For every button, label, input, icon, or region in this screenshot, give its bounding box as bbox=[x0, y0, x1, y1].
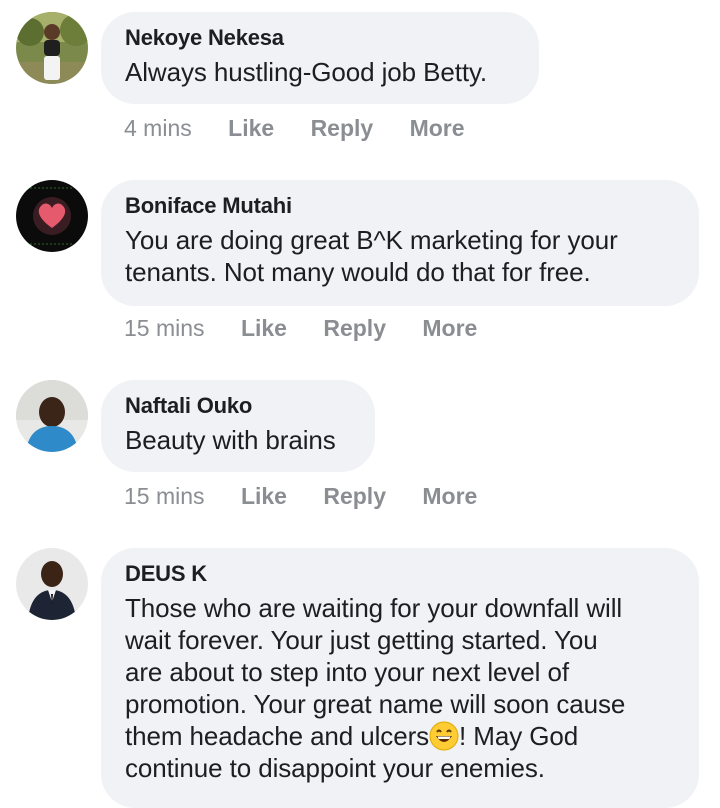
comment-actions: 15 mins Like Reply More bbox=[124, 483, 477, 510]
comment-text-line: promotion. Your great name will soon cau… bbox=[125, 689, 626, 719]
avatar[interactable] bbox=[16, 548, 88, 620]
avatar[interactable] bbox=[16, 180, 88, 252]
more-button[interactable]: More bbox=[410, 115, 465, 142]
comment-actions: 15 mins Like Reply More bbox=[124, 315, 477, 342]
comment-text-line: tenants. Not many would do that for free… bbox=[125, 257, 591, 287]
avatar[interactable] bbox=[16, 12, 88, 84]
like-button[interactable]: Like bbox=[241, 483, 287, 510]
comment-text-line: wait forever. Your just getting started.… bbox=[125, 625, 598, 655]
more-button[interactable]: More bbox=[422, 315, 477, 342]
like-button[interactable]: Like bbox=[228, 115, 274, 142]
reply-button[interactable]: Reply bbox=[311, 115, 374, 142]
comment-text-fragment: ! May God bbox=[459, 721, 579, 751]
comment-actions: 4 mins Like Reply More bbox=[124, 115, 465, 142]
like-button[interactable]: Like bbox=[241, 315, 287, 342]
comment-author[interactable]: Naftali Ouko bbox=[125, 392, 353, 420]
comment-author[interactable]: Boniface Mutahi bbox=[125, 192, 677, 220]
comment-text-line: You are doing great B^K marketing for yo… bbox=[125, 225, 618, 255]
comment-bubble: Naftali Ouko Beauty with brains bbox=[101, 380, 375, 472]
comment-text: Beauty with brains bbox=[125, 425, 336, 455]
comment-time[interactable]: 15 mins bbox=[124, 483, 205, 510]
comment-bubble: Nekoye Nekesa Always hustling-Good job B… bbox=[101, 12, 539, 104]
grinning-face-emoji-icon bbox=[429, 721, 459, 751]
comment-text: Always hustling-Good job Betty. bbox=[125, 57, 488, 87]
comment-text-line: continue to disappoint your enemies. bbox=[125, 753, 545, 783]
comment-text-line: Those who are waiting for your downfall … bbox=[125, 593, 623, 623]
comment-text-line: them headache and ulcers ! May God bbox=[125, 720, 677, 752]
reply-button[interactable]: Reply bbox=[323, 483, 386, 510]
avatar[interactable] bbox=[16, 380, 88, 452]
comment-time[interactable]: 15 mins bbox=[124, 315, 205, 342]
comment-author[interactable]: Nekoye Nekesa bbox=[125, 24, 517, 52]
more-button[interactable]: More bbox=[422, 483, 477, 510]
comment-author[interactable]: DEUS K bbox=[125, 560, 677, 588]
comment-text-fragment: them headache and ulcers bbox=[125, 721, 430, 751]
comment-time[interactable]: 4 mins bbox=[124, 115, 192, 142]
reply-button[interactable]: Reply bbox=[323, 315, 386, 342]
comment-text-line: are about to step into your next level o… bbox=[125, 657, 569, 687]
comment-bubble: Boniface Mutahi You are doing great B^K … bbox=[101, 180, 699, 306]
comment-bubble: DEUS K Those who are waiting for your do… bbox=[101, 548, 699, 808]
